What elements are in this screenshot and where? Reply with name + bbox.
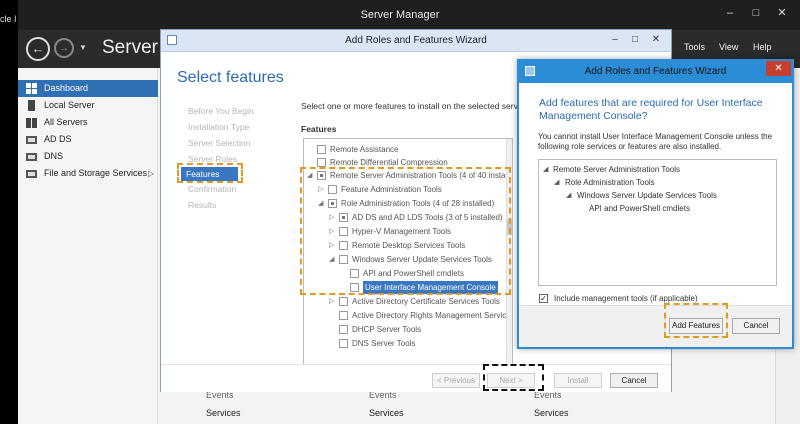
sidebar-item-dns[interactable]: DNS (18, 148, 158, 165)
tree-item[interactable]: Active Directory Rights Management Servi… (304, 309, 508, 322)
previous-button[interactable]: < Previous (432, 373, 480, 388)
maximize-icon[interactable]: □ (628, 34, 642, 46)
server-manager-sidebar: Dashboard Local Server All Servers AD DS… (18, 68, 158, 424)
tile-services[interactable]: Services (534, 408, 569, 418)
collapse-arrow-icon[interactable]: ◢ (554, 178, 559, 186)
chevron-down-icon[interactable]: ▼ (79, 43, 87, 52)
expand-arrow-icon[interactable]: ▷ (329, 295, 334, 308)
page-title: Select features (177, 69, 284, 86)
sidebar-item-label: AD DS (44, 134, 72, 144)
dialog-question: Add features that are required for User … (539, 97, 763, 122)
dashboard-tiles-area: Events Events Events Services Services S… (160, 388, 800, 424)
dashboard-icon (26, 83, 37, 94)
tree-item[interactable]: DNS Server Tools (304, 337, 508, 350)
servers-icon (26, 118, 37, 128)
minimize-icon[interactable]: – (722, 6, 738, 20)
add-features-dialog: Add Roles and Features Wizard ✕ Add feat… (517, 59, 794, 349)
sidebar-item-label: All Servers (44, 117, 88, 127)
clipped-text: cle I (0, 14, 17, 24)
step-server-selection: Server Selection (188, 138, 251, 148)
menu-tools[interactable]: Tools (684, 42, 705, 52)
step-confirmation: Confirmation (188, 184, 237, 194)
close-icon[interactable]: ✕ (649, 34, 663, 46)
wizard-titlebar: Add Roles and Features Wizard – □ ✕ (161, 30, 671, 52)
dialog-footer: Add Features Cancel (519, 303, 792, 347)
menu-view[interactable]: View (719, 42, 738, 52)
server-manager-titlebar: Server Manager – □ ✕ (0, 0, 800, 30)
sidebar-item-dashboard[interactable]: Dashboard (18, 80, 158, 97)
collapse-arrow-icon[interactable]: ◢ (566, 191, 571, 199)
cancel-button[interactable]: Cancel (610, 373, 658, 388)
step-before-you-begin: Before You Begin (188, 106, 254, 116)
list-item: Role Administration Tools (565, 178, 655, 187)
close-icon[interactable]: ✕ (766, 61, 791, 76)
dialog-title: Add Roles and Features Wizard (584, 66, 727, 77)
list-item: Remote Server Administration Tools (553, 165, 681, 174)
file-storage-icon (26, 170, 37, 178)
chevron-right-icon[interactable]: ▷ (148, 165, 154, 182)
tree-item[interactable]: DHCP Server Tools (304, 323, 508, 336)
wizard-description: Select one or more features to install o… (301, 101, 528, 111)
required-features-list: ◢ Remote Server Administration Tools ◢ R… (538, 159, 777, 286)
checkbox[interactable] (339, 297, 348, 306)
dialog-titlebar: Add Roles and Features Wizard ✕ (519, 61, 792, 83)
tree-item[interactable]: ▷ Active Directory Certificate Services … (304, 295, 508, 308)
checkbox[interactable] (339, 311, 348, 320)
include-tools-label: Include management tools (if applicable) (554, 294, 698, 303)
menu-help[interactable]: Help (753, 42, 772, 52)
cancel-button[interactable]: Cancel (732, 318, 780, 334)
server-icon (28, 100, 35, 111)
tile-services[interactable]: Services (369, 408, 404, 418)
back-arrow-icon[interactable]: ← (26, 37, 50, 61)
sidebar-item-local-server[interactable]: Local Server (18, 97, 158, 114)
ad-ds-icon (26, 136, 37, 144)
sidebar-item-label: File and Storage Services (44, 168, 148, 178)
sidebar-item-ad-ds[interactable]: AD DS (18, 131, 158, 148)
checkbox[interactable] (339, 325, 348, 334)
sidebar-item-all-servers[interactable]: All Servers (18, 114, 158, 131)
background-window-edge: cle I (0, 0, 18, 424)
sidebar-item-label: Local Server (44, 100, 95, 110)
list-item: Windows Server Update Services Tools (577, 191, 717, 200)
features-label: Features (301, 124, 337, 134)
wizard-title: Add Roles and Features Wizard (345, 35, 487, 46)
sidebar-item-file-storage[interactable]: File and Storage Services ▷ (18, 165, 158, 182)
include-tools-checkbox[interactable]: ✓ (539, 294, 548, 303)
maximize-icon[interactable]: □ (748, 6, 764, 20)
forward-arrow-icon[interactable]: → (54, 38, 74, 58)
window-title: Server Manager (360, 9, 440, 21)
close-icon[interactable]: ✕ (774, 6, 790, 20)
step-installation-type: Installation Type (188, 122, 250, 132)
step-results: Results (188, 200, 217, 210)
tile-services[interactable]: Services (206, 408, 241, 418)
dialog-info: You cannot install User Interface Manage… (538, 132, 773, 151)
checkbox[interactable] (339, 339, 348, 348)
sidebar-item-label: DNS (44, 151, 64, 161)
minimize-icon[interactable]: – (608, 34, 622, 46)
highlight-next-box (483, 364, 544, 391)
checkbox[interactable] (317, 145, 326, 154)
highlight-add-features-box (664, 303, 728, 338)
sidebar-item-label: Dashboard (44, 83, 89, 93)
checkbox[interactable] (317, 158, 326, 167)
highlight-step-box (177, 163, 243, 183)
dns-icon (26, 153, 37, 161)
wizard-footer: < Previous Next > Install Cancel (161, 364, 671, 392)
tree-item[interactable]: Remote Assistance (304, 143, 508, 156)
list-item: API and PowerShell cmdlets (589, 204, 690, 213)
collapse-arrow-icon[interactable]: ◢ (543, 165, 548, 173)
highlight-tree-box (300, 167, 511, 295)
install-button[interactable]: Install (554, 373, 602, 388)
